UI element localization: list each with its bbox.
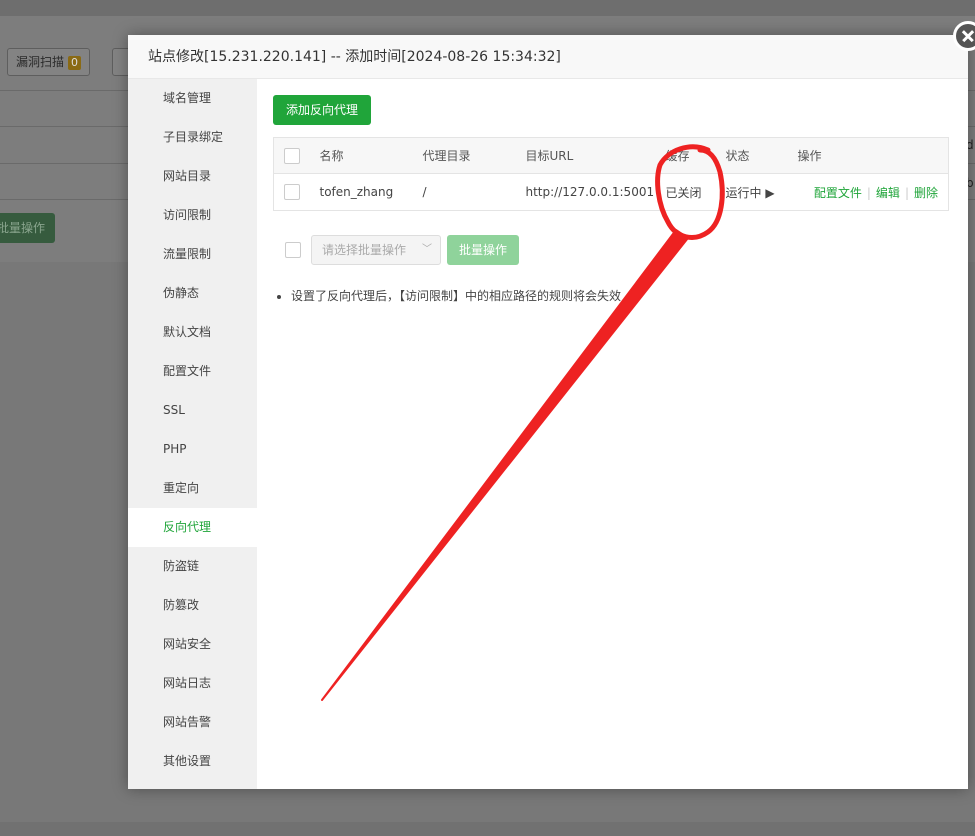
vuln-scan-badge: 0 [68,56,82,70]
sidebar-item-redirect[interactable]: 重定向 [128,469,257,508]
sidebar-item-php[interactable]: PHP [128,430,257,469]
proxy-dir: / [422,185,427,199]
background-batch-button: 批量操作 [0,213,55,243]
select-all-cell [273,137,320,174]
sidebar-item-domain[interactable]: 域名管理 [128,79,257,118]
proxy-table: 名称 代理目录 目标URL 缓存 状态 操作 tofen_zhang / htt… [273,137,949,211]
close-icon[interactable] [953,21,975,51]
column-target-url: 目标URL [525,137,666,174]
proxy-cache-status[interactable]: 已关闭 [666,174,726,211]
table-header-row: 名称 代理目录 目标URL 缓存 状态 操作 [273,137,949,174]
column-name: 名称 [319,137,423,174]
sidebar-item-reverse-proxy[interactable]: 反向代理 [128,508,257,547]
batch-operation-button[interactable]: 批量操作 [447,235,520,265]
add-reverse-proxy-button[interactable]: 添加反向代理 [273,95,372,125]
status-label: 运行中 [725,185,762,200]
column-proxy-dir: 代理目录 [422,137,526,174]
batch-select-placeholder: 请选择批量操作 [322,243,407,257]
column-status: 状态 [725,137,798,174]
play-icon: ▶ [765,185,775,200]
chevron-down-icon: ﹀ [422,244,432,255]
bullet-icon [277,294,281,299]
sidebar-item-hotlink[interactable]: 防盗链 [128,547,257,586]
sidebar-item-ssl[interactable]: SSL [128,391,257,430]
config-file-link[interactable]: 配置文件 [814,186,862,200]
edit-link[interactable]: 编辑 [876,186,900,200]
table-row: tofen_zhang / http://127.0.0.1:5001 已关闭 … [274,174,949,211]
sidebar-item-access-limit[interactable]: 访问限制 [128,196,257,235]
proxy-target-url: http://127.0.0.1:5001 [525,185,655,199]
sidebar-item-other-settings[interactable]: 其他设置 [128,742,257,781]
sidebar-item-site-log[interactable]: 网站日志 [128,664,257,703]
reverse-proxy-panel: 添加反向代理 名称 代理目录 目标URL 缓存 状态 操作 tofen_zhan… [257,79,968,789]
sidebar-item-traffic-limit[interactable]: 流量限制 [128,235,257,274]
sidebar-item-default-doc[interactable]: 默认文档 [128,313,257,352]
select-all-checkbox[interactable] [284,147,300,164]
background-topbar [0,0,975,16]
batch-operation-row: 请选择批量操作 ﹀ 批量操作 [285,235,520,265]
sidebar-item-site-security[interactable]: 网站安全 [128,625,257,664]
column-actions: 操作 [797,137,949,174]
sidebar-item-rewrite[interactable]: 伪静态 [128,274,257,313]
row-checkbox[interactable] [284,184,300,200]
sidebar-item-tamper-proof[interactable]: 防篡改 [128,586,257,625]
action-divider: | [904,185,909,200]
sidebar-item-site-alert[interactable]: 网站告警 [128,703,257,742]
proxy-note-text: 设置了反向代理后，【访问限制】中的相应路径的规则将会失效 [291,289,622,303]
proxy-run-status[interactable]: 运行中 ▶ [726,174,798,211]
vuln-scan-button: 漏洞扫描 0 [7,48,91,76]
sidebar-item-site-dir[interactable]: 网站目录 [128,157,257,196]
batch-operation-select[interactable]: 请选择批量操作 ﹀ [311,235,441,265]
vuln-scan-label: 漏洞扫描 [16,55,65,69]
background-footer [0,822,975,836]
sidebar-item-subdir-binding[interactable]: 子目录绑定 [128,118,257,157]
sidebar-item-config-file[interactable]: 配置文件 [128,352,257,391]
proxy-name: tofen_zhang [319,185,394,199]
row-select-cell [274,174,320,211]
settings-sidebar: 域名管理 子目录绑定 网站目录 访问限制 流量限制 伪静态 默认文档 配置文件 … [128,79,257,789]
action-divider: | [866,185,871,200]
row-actions: 配置文件 | 编辑 | 删除 [798,174,949,211]
modal-title: 站点修改[15.231.220.141] -- 添加时间[2024-08-26 … [128,35,968,79]
column-cache: 缓存 [665,137,726,174]
site-edit-modal: 站点修改[15.231.220.141] -- 添加时间[2024-08-26 … [128,35,968,789]
delete-link[interactable]: 删除 [914,186,938,200]
proxy-note: 设置了反向代理后，【访问限制】中的相应路径的规则将会失效 [277,287,621,304]
batch-select-checkbox[interactable] [285,242,301,258]
